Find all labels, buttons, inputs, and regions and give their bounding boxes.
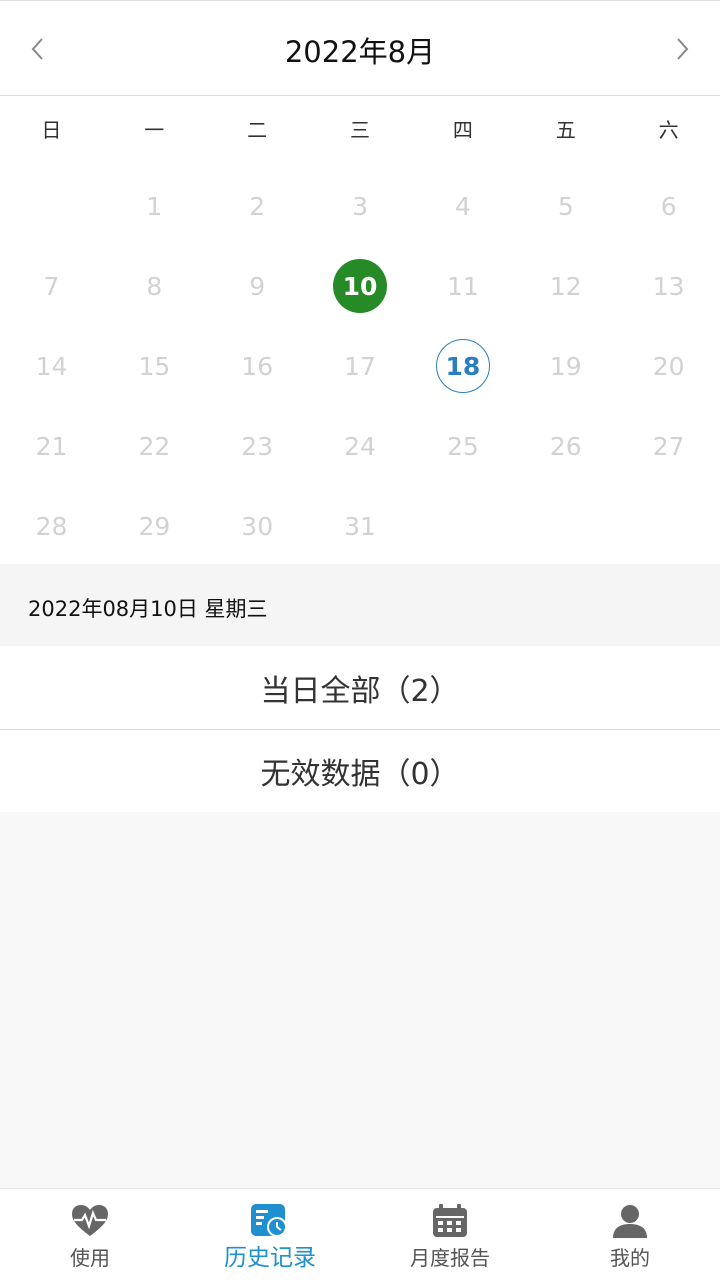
day-cell-20[interactable]: 20 <box>617 326 720 406</box>
day-number: 25 <box>447 431 479 461</box>
list-item-all-today[interactable]: 当日全部（2） <box>0 646 720 729</box>
weekday-label: 三 <box>350 118 370 142</box>
day-number: 4 <box>454 191 471 221</box>
day-number: 16 <box>241 351 274 381</box>
weekday-label: 六 <box>658 118 679 142</box>
day-number: 30 <box>241 511 274 541</box>
tab-label: 我的 <box>610 1246 650 1270</box>
day-cell-26[interactable]: 26 <box>514 406 617 486</box>
day-number: 27 <box>652 431 685 461</box>
day-number: 26 <box>549 431 582 461</box>
day-number: 8 <box>146 271 163 301</box>
calendar-header: 2022年8月 <box>0 0 720 96</box>
day-cell-4[interactable]: 4 <box>411 166 514 246</box>
day-cell-13[interactable]: 13 <box>617 246 720 326</box>
list-item-invalid-data[interactable]: 无效数据（0） <box>0 729 720 812</box>
tab-label: 使用 <box>70 1246 110 1270</box>
day-cell-24[interactable]: 24 <box>309 406 412 486</box>
selected-date-bar: 2022年08月10日 星期三 <box>0 564 720 646</box>
weekday-label: 日 <box>41 118 62 142</box>
record-list: 当日全部（2） 无效数据（0） <box>0 646 720 812</box>
chevron-right-icon[interactable] <box>669 34 695 64</box>
day-number: 18 <box>435 339 490 393</box>
day-cell-15[interactable]: 15 <box>103 326 206 406</box>
day-cell-2[interactable]: 2 <box>206 166 309 246</box>
day-cell-9[interactable]: 9 <box>206 246 309 326</box>
day-number: 9 <box>249 271 266 301</box>
tab-monthly-report[interactable]: 月度报告 <box>360 1189 540 1280</box>
day-number: 13 <box>652 271 685 301</box>
day-cell-31[interactable]: 31 <box>309 486 412 566</box>
calendar-icon <box>430 1203 470 1239</box>
day-number: 24 <box>344 431 376 461</box>
day-number: 7 <box>43 271 60 301</box>
weekday-label: 一 <box>144 118 165 142</box>
calendar-grid: 日 一 二 三 四 五 六 1 2 3 4 5 6 7 8 9 10 11 12 13 14 15 16 17 1… <box>0 96 720 564</box>
day-cell-17[interactable]: 17 <box>309 326 412 406</box>
tab-profile[interactable]: 我的 <box>540 1189 720 1280</box>
day-cell-27[interactable]: 27 <box>617 406 720 486</box>
tab-label: 月度报告 <box>410 1246 490 1270</box>
selected-date-text: 2022年08月10日 星期三 <box>28 597 268 621</box>
day-cell-6[interactable]: 6 <box>617 166 720 246</box>
day-number: 6 <box>660 191 677 221</box>
day-cell-3[interactable]: 3 <box>309 166 412 246</box>
day-number: 1 <box>146 191 163 221</box>
day-number: 28 <box>35 511 68 541</box>
day-cell-14[interactable]: 14 <box>0 326 103 406</box>
day-cell-1[interactable]: 1 <box>103 166 206 246</box>
day-cell-12[interactable]: 12 <box>514 246 617 326</box>
day-cell-11[interactable]: 11 <box>411 246 514 326</box>
day-cell-5[interactable]: 5 <box>514 166 617 246</box>
day-cell-22[interactable]: 22 <box>103 406 206 486</box>
day-cell-16[interactable]: 16 <box>206 326 309 406</box>
tab-history[interactable]: 历史记录 <box>180 1189 360 1280</box>
day-number: 23 <box>241 431 274 461</box>
day-number: 2 <box>249 191 266 221</box>
day-number: 31 <box>344 511 376 541</box>
weekday-label: 四 <box>452 118 473 142</box>
day-cell-28[interactable]: 28 <box>0 486 103 566</box>
day-number: 19 <box>549 351 582 381</box>
day-cell-25[interactable]: 25 <box>411 406 514 486</box>
tab-usage[interactable]: 使用 <box>0 1189 180 1280</box>
day-number: 10 <box>333 259 388 313</box>
day-cell-23[interactable]: 23 <box>206 406 309 486</box>
weekday-label: 二 <box>247 118 268 142</box>
day-cell-8[interactable]: 8 <box>103 246 206 326</box>
day-number: 21 <box>35 431 68 461</box>
day-cell-18[interactable]: 18 <box>411 326 514 406</box>
day-number: 15 <box>138 351 171 381</box>
tab-label: 历史记录 <box>224 1245 316 1271</box>
day-number: 20 <box>652 351 685 381</box>
day-number: 12 <box>549 271 582 301</box>
day-cell-21[interactable]: 21 <box>0 406 103 486</box>
day-cell-7[interactable]: 7 <box>0 246 103 326</box>
day-number: 22 <box>138 431 171 461</box>
user-icon <box>610 1203 650 1239</box>
day-number: 29 <box>138 511 171 541</box>
heartbeat-icon <box>70 1203 110 1239</box>
weekday-row: 日 一 二 三 四 五 六 <box>0 114 720 144</box>
bottom-tab-bar: 使用 历史记录 月度报告 我的 <box>0 1188 720 1280</box>
day-cell-30[interactable]: 30 <box>206 486 309 566</box>
day-number: 17 <box>344 351 376 381</box>
weekday-label: 五 <box>555 118 576 142</box>
day-number: 11 <box>447 271 479 301</box>
day-cell-10[interactable]: 10 <box>309 246 412 326</box>
day-cell-19[interactable]: 19 <box>514 326 617 406</box>
history-icon <box>250 1203 290 1239</box>
month-title: 2022年8月 <box>284 35 436 69</box>
day-number: 5 <box>557 191 574 221</box>
day-number: 3 <box>352 191 369 221</box>
day-cell-29[interactable]: 29 <box>103 486 206 566</box>
day-number: 14 <box>35 351 68 381</box>
